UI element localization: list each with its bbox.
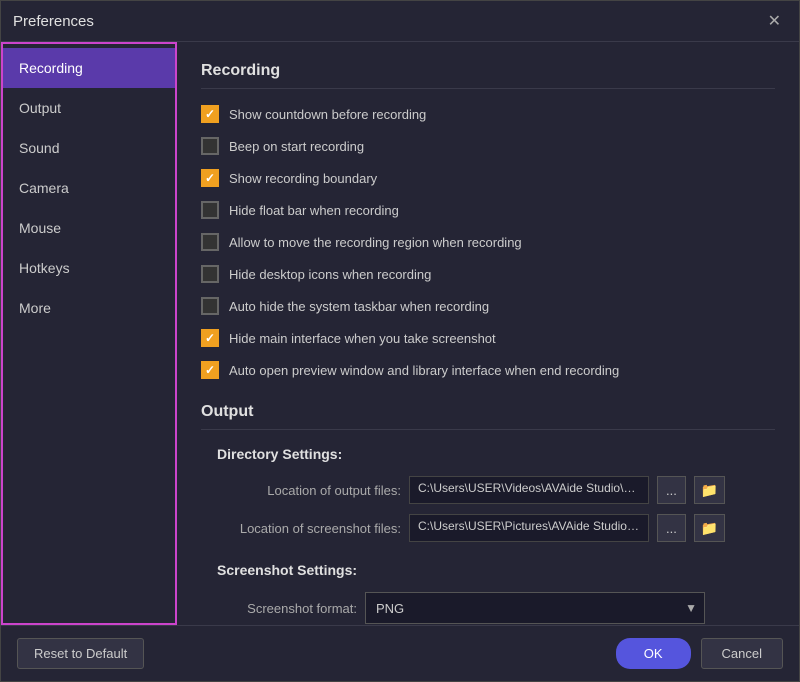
checkbox-label-autoopen: Auto open preview window and library int… xyxy=(229,363,619,378)
sidebar: Recording Output Sound Camera Mouse Hotk… xyxy=(1,42,177,625)
checkbox-autoopen[interactable] xyxy=(201,361,219,379)
sidebar-item-label: Sound xyxy=(19,140,59,156)
sidebar-item-label: Mouse xyxy=(19,220,61,236)
sidebar-item-label: More xyxy=(19,300,51,316)
checkbox-moveregion[interactable] xyxy=(201,233,219,251)
close-button[interactable]: ✕ xyxy=(762,9,787,33)
checkbox-label-moveregion: Allow to move the recording region when … xyxy=(229,235,522,250)
sidebar-item-label: Recording xyxy=(19,60,83,76)
format-label: Screenshot format: xyxy=(217,601,357,616)
checkbox-row-boundary: Show recording boundary xyxy=(201,169,775,187)
ok-button[interactable]: OK xyxy=(616,638,691,669)
checkbox-label-boundary: Show recording boundary xyxy=(229,171,377,186)
format-select-wrapper: PNG JPG BMP GIF ▼ xyxy=(365,592,705,624)
screenshot-settings-section: Screenshot Settings: Screenshot format: … xyxy=(201,562,775,624)
title-bar: Preferences ✕ xyxy=(1,1,799,42)
folder-icon: 📁 xyxy=(701,482,718,498)
sidebar-item-sound[interactable]: Sound xyxy=(3,128,175,168)
checkbox-countdown[interactable] xyxy=(201,105,219,123)
dialog: Preferences ✕ Recording Output Sound Cam… xyxy=(0,0,800,682)
checkbox-maininterface[interactable] xyxy=(201,329,219,347)
footer-right: OK Cancel xyxy=(616,638,783,669)
checkbox-floatbar[interactable] xyxy=(201,201,219,219)
checkbox-row-desktopicons: Hide desktop icons when recording xyxy=(201,265,775,283)
sidebar-item-mouse[interactable]: Mouse xyxy=(3,208,175,248)
checkbox-boundary[interactable] xyxy=(201,169,219,187)
checkbox-desktopicons[interactable] xyxy=(201,265,219,283)
folder-icon: 📁 xyxy=(701,520,718,536)
output-dots-button[interactable]: ... xyxy=(657,476,686,504)
checkbox-row-taskbar: Auto hide the system taskbar when record… xyxy=(201,297,775,315)
screenshot-files-input: C:\Users\USER\Pictures\AVAide Studio\AVA… xyxy=(409,514,649,542)
sidebar-item-recording[interactable]: Recording xyxy=(3,48,175,88)
directory-settings-title: Directory Settings: xyxy=(217,446,775,462)
sidebar-item-hotkeys[interactable]: Hotkeys xyxy=(3,248,175,288)
checkbox-row-autoopen: Auto open preview window and library int… xyxy=(201,361,775,379)
main-content: Recording Show countdown before recordin… xyxy=(177,42,799,625)
sidebar-item-more[interactable]: More xyxy=(3,288,175,328)
reset-button[interactable]: Reset to Default xyxy=(17,638,144,669)
checkbox-label-taskbar: Auto hide the system taskbar when record… xyxy=(229,299,489,314)
screenshot-dots-button[interactable]: ... xyxy=(657,514,686,542)
checkbox-beep[interactable] xyxy=(201,137,219,155)
sidebar-item-output[interactable]: Output xyxy=(3,88,175,128)
output-files-label: Location of output files: xyxy=(201,483,401,498)
checkbox-row-floatbar: Hide float bar when recording xyxy=(201,201,775,219)
format-row: Screenshot format: PNG JPG BMP GIF ▼ xyxy=(217,592,775,624)
checkbox-row-moveregion: Allow to move the recording region when … xyxy=(201,233,775,251)
checkbox-label-countdown: Show countdown before recording xyxy=(229,107,426,122)
checkbox-label-desktopicons: Hide desktop icons when recording xyxy=(229,267,431,282)
output-folder-button[interactable]: 📁 xyxy=(694,476,725,504)
checkbox-row-maininterface: Hide main interface when you take screen… xyxy=(201,329,775,347)
screenshot-folder-button[interactable]: 📁 xyxy=(694,514,725,542)
checkbox-label-beep: Beep on start recording xyxy=(229,139,364,154)
footer: Reset to Default OK Cancel xyxy=(1,625,799,681)
dialog-body: Recording Output Sound Camera Mouse Hotk… xyxy=(1,42,799,625)
output-files-row: Location of output files: C:\Users\USER\… xyxy=(201,476,775,504)
checkbox-label-floatbar: Hide float bar when recording xyxy=(229,203,399,218)
dialog-title: Preferences xyxy=(13,13,94,30)
checkbox-row-countdown: Show countdown before recording xyxy=(201,105,775,123)
sidebar-item-label: Hotkeys xyxy=(19,260,70,276)
checkbox-label-maininterface: Hide main interface when you take screen… xyxy=(229,331,496,346)
sidebar-item-label: Camera xyxy=(19,180,69,196)
screenshot-settings-title: Screenshot Settings: xyxy=(217,562,775,578)
screenshot-files-row: Location of screenshot files: C:\Users\U… xyxy=(201,514,775,542)
output-section-title: Output xyxy=(201,403,775,430)
format-select[interactable]: PNG JPG BMP GIF xyxy=(365,592,705,624)
recording-section-title: Recording xyxy=(201,62,775,89)
sidebar-item-camera[interactable]: Camera xyxy=(3,168,175,208)
screenshot-files-label: Location of screenshot files: xyxy=(201,521,401,536)
output-section: Output Directory Settings: Location of o… xyxy=(201,403,775,624)
checkbox-taskbar[interactable] xyxy=(201,297,219,315)
sidebar-item-label: Output xyxy=(19,100,61,116)
checkbox-row-beep: Beep on start recording xyxy=(201,137,775,155)
output-files-input: C:\Users\USER\Videos\AVAide Studio\AVAid… xyxy=(409,476,649,504)
cancel-button[interactable]: Cancel xyxy=(701,638,783,669)
